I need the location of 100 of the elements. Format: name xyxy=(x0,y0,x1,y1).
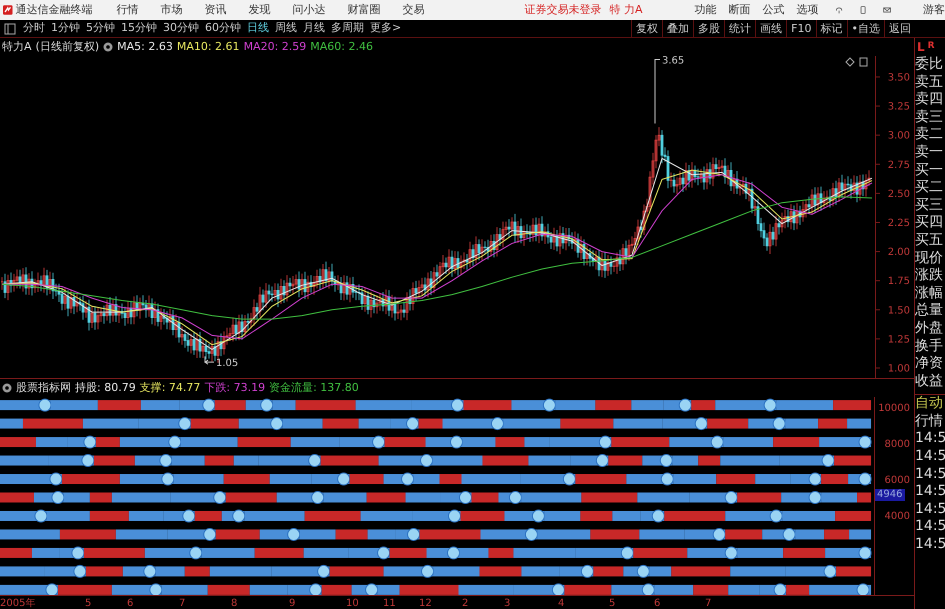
app-title: 通达信金融终端 xyxy=(16,2,93,18)
axis-label: 7 xyxy=(179,597,186,609)
menu-item[interactable]: 交易 xyxy=(402,2,425,18)
period-tab[interactable]: 日线 xyxy=(244,20,272,37)
toolbar-item[interactable]: 选项 xyxy=(796,2,819,18)
quote-field-label: 买四 xyxy=(915,214,944,232)
trade-time: 14:5 xyxy=(915,483,945,501)
quote-field-label: 换手 xyxy=(915,338,944,356)
axis-label: 11 xyxy=(383,597,396,609)
indicator-value: MA10: 2.61 xyxy=(176,38,240,55)
toolbar-button[interactable]: •自选 xyxy=(846,20,884,37)
menu-item[interactable]: 发现 xyxy=(248,2,271,18)
quote-field-label: 卖三 xyxy=(915,108,944,126)
axis-label: 1.50 xyxy=(888,305,910,316)
user-label[interactable]: 游客 xyxy=(923,2,945,18)
phone-icon[interactable] xyxy=(858,4,867,16)
quote-tab[interactable]: 自动 xyxy=(915,395,945,413)
axis-label: 2005年 xyxy=(0,597,36,609)
chart-options-icon xyxy=(845,57,868,67)
period-tab[interactable]: 月线 xyxy=(300,20,328,37)
toolbar-button[interactable]: 多股 xyxy=(693,20,724,37)
toolbar-button[interactable]: 返回 xyxy=(884,20,915,37)
period-tab[interactable]: 多周期 xyxy=(328,20,367,37)
quote-field-label: 净资 xyxy=(915,355,944,373)
quote-field-label: 外盘 xyxy=(915,320,944,338)
trade-time: 14:5 xyxy=(915,448,945,466)
axis-label: 2.75 xyxy=(888,160,910,171)
menu-item[interactable]: 资讯 xyxy=(204,2,227,18)
menu-item[interactable]: 市场 xyxy=(160,2,183,18)
toolbar-button[interactable]: 复权 xyxy=(631,20,662,37)
toolbar-item[interactable]: 公式 xyxy=(762,2,785,18)
stock-label: 特力A xyxy=(2,38,32,55)
period-tab[interactable]: 更多> xyxy=(367,20,404,37)
period-tab[interactable]: 15分钟 xyxy=(118,20,160,37)
axis-label: 12 xyxy=(419,597,432,609)
axis-label: 4 xyxy=(558,597,564,609)
axis-label: 1.00 xyxy=(888,364,910,374)
axis-label: 6 xyxy=(127,597,134,609)
toolbar-button[interactable]: 统计 xyxy=(724,20,756,37)
login-status[interactable]: 证券交易未登录 xyxy=(524,2,602,18)
indicator-value: 支撑: 74.77 xyxy=(140,380,200,396)
toolbar-item[interactable]: 断面 xyxy=(728,2,751,18)
mode-indicator[interactable]: R xyxy=(928,40,935,54)
panel-toggle-icon[interactable] xyxy=(4,22,16,34)
axis-label: 2.50 xyxy=(888,188,910,200)
quote-tab[interactable]: 行情 xyxy=(915,412,945,430)
quote-field-label: 涨幅 xyxy=(915,284,944,302)
menu-item[interactable]: 问小达 xyxy=(292,2,326,18)
quote-field-label: 买五 xyxy=(915,232,944,250)
quote-field-label: 买二 xyxy=(915,179,944,197)
axis-label: 3.50 xyxy=(888,72,910,84)
trade-time: 14:5 xyxy=(915,430,945,448)
toolbar-button[interactable]: F10 xyxy=(786,20,816,37)
quote-field-label: 总量 xyxy=(915,302,944,320)
axis-label: 4000 xyxy=(884,510,911,524)
cursor-value: 4946 xyxy=(875,489,904,501)
axis-label: 3 xyxy=(504,597,510,609)
toolbar-button[interactable]: 画线 xyxy=(755,20,786,37)
quote-field-label: 买一 xyxy=(915,162,944,180)
axis-label: 3.00 xyxy=(888,130,910,142)
period-tab[interactable]: 分时 xyxy=(20,20,48,37)
axis-label: 9 xyxy=(289,597,296,609)
stock-name: 特 力A xyxy=(610,2,643,18)
quote-field-label: 委比 xyxy=(915,56,944,74)
trade-time: 14:5 xyxy=(915,500,945,518)
period-tab[interactable]: 60分钟 xyxy=(202,20,244,37)
mode-indicator[interactable]: L xyxy=(917,38,925,56)
period-tab[interactable]: 1分钟 xyxy=(48,20,83,37)
menu-item[interactable]: 行情 xyxy=(116,2,139,18)
axis-label: 1.75 xyxy=(888,276,910,288)
toolbar-button[interactable]: 叠加 xyxy=(662,20,694,37)
trade-time: 14:5 xyxy=(915,466,945,484)
indicator-value: 资金流量: 137.80 xyxy=(269,380,359,396)
indicator-name: 股票指标网 xyxy=(16,380,71,396)
axis-label: 5 xyxy=(609,597,616,609)
quote-field-label: 卖四 xyxy=(915,91,944,109)
settings-icon[interactable] xyxy=(103,42,114,52)
axis-label: 3.25 xyxy=(888,102,910,113)
axis-label: 2.25 xyxy=(888,218,910,229)
axis-label: 2 xyxy=(462,597,468,609)
period-tab[interactable]: 5分钟 xyxy=(83,20,118,37)
quote-field-label: 现价 xyxy=(915,250,944,268)
settings-icon[interactable] xyxy=(2,383,12,393)
chart-mode: (日线前复权) xyxy=(36,38,100,55)
indicator-value: MA20: 2.59 xyxy=(244,38,306,55)
toolbar-button[interactable]: 标记 xyxy=(816,20,846,37)
axis-label: 10 xyxy=(346,597,359,609)
axis-label: 2.00 xyxy=(888,247,910,258)
quote-field-label: 卖五 xyxy=(915,74,944,92)
low-price-label: 1.05 xyxy=(216,358,238,370)
quote-field-label: 卖一 xyxy=(915,144,944,162)
indicator-value: MA60: 2.46 xyxy=(310,38,373,55)
period-tab[interactable]: 30分钟 xyxy=(160,20,202,37)
low-price-marker xyxy=(204,356,214,365)
period-tab[interactable]: 周线 xyxy=(272,20,300,37)
axis-label: 1.25 xyxy=(888,334,910,346)
quote-field-label: 收益 xyxy=(915,372,944,390)
menu-item[interactable]: 财富圈 xyxy=(348,2,381,18)
axis-label: 6000 xyxy=(884,474,911,488)
toolbar-item[interactable]: 功能 xyxy=(694,2,717,18)
